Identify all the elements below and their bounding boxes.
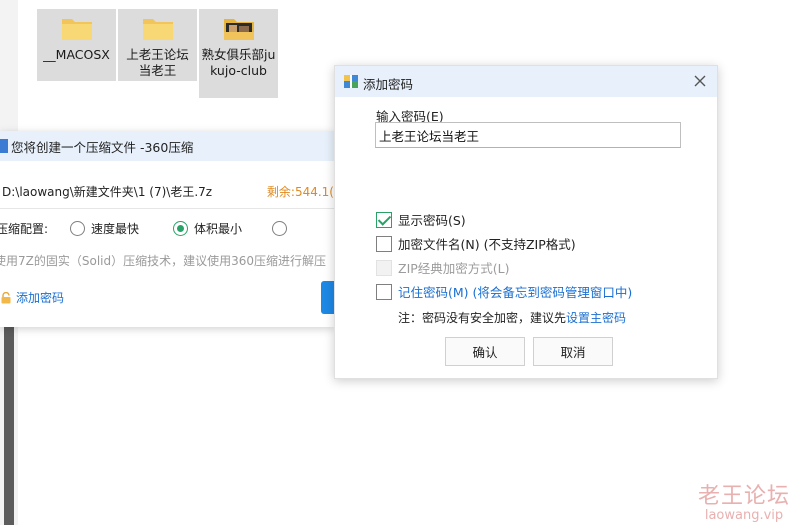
compress-config-row: 压缩配置: 速度最快 体积最小 — [0, 218, 334, 238]
file-item-jukujo[interactable]: 熟女俱乐部jukujo-club — [199, 9, 278, 98]
encrypt-filename-label[interactable]: 加密文件名(N) (不支持ZIP格式) — [398, 234, 576, 253]
encrypt-filename-checkbox[interactable] — [376, 235, 392, 252]
file-item-folder[interactable]: 上老王论坛当老王 — [118, 9, 197, 81]
remember-password-row[interactable]: 记住密码(M) (将会备忘到密码管理窗口中) — [376, 282, 632, 301]
size-label[interactable]: 体积最小 — [194, 220, 242, 237]
show-password-label[interactable]: 显示密码(S) — [398, 210, 466, 229]
encrypt-filename-row[interactable]: 加密文件名(N) (不支持ZIP格式) — [376, 234, 576, 253]
pane-scrollbar[interactable] — [4, 326, 14, 525]
folder-thumbnail-icon — [223, 19, 254, 40]
remember-password-label[interactable]: 记住密码(M) (将会备忘到密码管理窗口中) — [398, 282, 632, 301]
watermark-title: 老王论坛 — [697, 484, 790, 509]
config-label: 压缩配置: — [0, 221, 49, 236]
compress-titlebar: 您将创建一个压缩文件 -360压缩 — [0, 131, 334, 161]
folder-icon — [61, 19, 92, 40]
zip-classic-checkbox — [376, 259, 392, 276]
compress-dialog: 您将创建一个压缩文件 -360压缩 D:\laowang\新建文件夹\1 (7)… — [0, 131, 335, 327]
note-text: 注：密码没有安全加密，建议先 — [398, 311, 567, 325]
divider — [0, 208, 334, 209]
file-name: __MACOSX — [43, 47, 110, 62]
lock-icon — [1, 291, 11, 303]
show-password-row[interactable]: 显示密码(S) — [376, 210, 466, 229]
password-input[interactable] — [375, 122, 681, 148]
remember-password-checkbox[interactable] — [376, 283, 392, 300]
solid-hint: 使用7Z的固实（Solid）压缩技术，建议使用360压缩进行解压 — [0, 254, 327, 268]
app-logo-icon — [0, 139, 8, 153]
remaining-space: 剩余:544.1( — [266, 185, 334, 199]
file-item-macosx[interactable]: __MACOSX — [37, 9, 116, 81]
third-radio[interactable] — [272, 220, 288, 236]
zip-classic-row: ZIP经典加密方式(L) — [376, 258, 510, 277]
watermark: 老王论坛 laowang.vip — [698, 478, 790, 523]
size-radio[interactable] — [173, 220, 189, 236]
password-dialog-title: 添加密码 — [363, 77, 414, 92]
close-icon[interactable] — [691, 72, 709, 90]
folder-icon — [142, 19, 173, 40]
output-path-row: D:\laowang\新建文件夹\1 (7)\老王.7z 剩余:544.1( — [0, 183, 334, 201]
watermark-url: laowang.vip — [704, 508, 784, 523]
add-password-dialog: 添加密码 输入密码(E) 显示密码(S) 加密文件名(N) (不支持ZIP格式)… — [334, 65, 718, 379]
add-password-link[interactable]: 添加密码 — [0, 289, 64, 306]
compress-now-button[interactable] — [321, 281, 335, 314]
add-password-label[interactable]: 添加密码 — [16, 289, 64, 306]
password-titlebar: 添加密码 — [335, 66, 717, 97]
confirm-button[interactable]: 确认 — [445, 337, 525, 366]
file-name: 上老王论坛当老王 — [126, 47, 189, 78]
speed-label[interactable]: 速度最快 — [91, 220, 139, 237]
show-password-checkbox[interactable] — [376, 211, 392, 228]
set-master-password-link[interactable]: 设置主密码 — [566, 311, 626, 325]
security-note: 注：密码没有安全加密，建议先设置主密码 — [398, 309, 626, 326]
zip-classic-label: ZIP经典加密方式(L) — [398, 261, 510, 276]
speed-radio[interactable] — [70, 220, 85, 236]
compress-title: 您将创建一个压缩文件 -360压缩 — [11, 139, 194, 155]
file-name: 熟女俱乐部jukujo-club — [201, 47, 276, 78]
cancel-button[interactable]: 取消 — [533, 337, 613, 366]
archive-icon — [344, 75, 358, 88]
output-path[interactable]: D:\laowang\新建文件夹\1 (7)\老王.7z — [2, 183, 212, 200]
